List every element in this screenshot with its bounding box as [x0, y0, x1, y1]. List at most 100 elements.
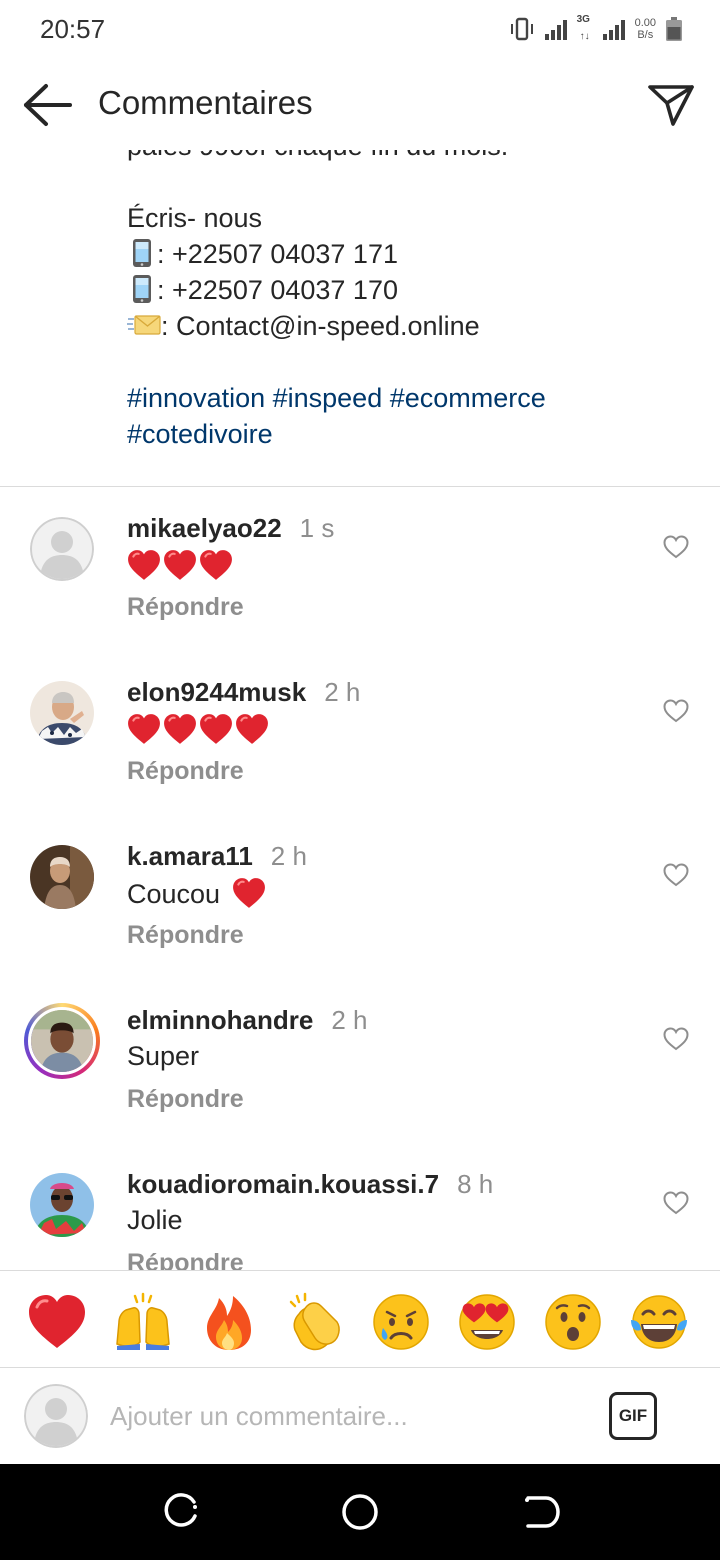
gif-button[interactable]: GIF	[609, 1392, 657, 1440]
comment-username[interactable]: elminnohandre	[127, 1005, 313, 1035]
comment-username[interactable]: mikaelyao22	[127, 513, 282, 543]
comment-text: Jolie	[127, 1205, 183, 1235]
net-speed-value: 0.00	[634, 17, 656, 29]
caption-cut-line: paies 9900f chaque fin du mois.	[127, 150, 697, 164]
comment-item: elminnohandre 2 h Super Répondre	[0, 979, 720, 1143]
like-heart-icon[interactable]	[663, 1191, 689, 1215]
page-title: Commentaires	[98, 84, 313, 121]
network-type-badge: 3G ↑↓	[576, 14, 590, 42]
mobile-phone-icon	[133, 239, 151, 267]
like-heart-icon[interactable]	[663, 863, 689, 887]
battery-icon	[666, 17, 682, 41]
caption-email: : Contact@in-speed.online	[127, 308, 697, 344]
sad-face-emoji-icon[interactable]	[371, 1292, 431, 1352]
tears-of-joy-emoji-icon[interactable]	[629, 1292, 689, 1352]
comment-time: 2 h	[270, 841, 307, 871]
caption-email-text: : Contact@in-speed.online	[161, 311, 480, 341]
red-heart-icon	[199, 549, 233, 581]
user-photo-icon	[31, 1010, 93, 1072]
hushed-face-emoji-icon[interactable]	[543, 1292, 603, 1352]
heart-eyes-emoji-icon[interactable]	[457, 1292, 517, 1352]
red-heart-icon	[127, 549, 161, 581]
user-photo-icon	[30, 681, 94, 745]
back-arrow-icon[interactable]	[22, 82, 74, 128]
comment-username[interactable]: k.amara11	[127, 841, 253, 871]
comment-time: 8 h	[457, 1169, 494, 1199]
like-heart-icon[interactable]	[663, 535, 689, 559]
send-icon[interactable]	[646, 82, 696, 128]
my-avatar	[24, 1384, 88, 1448]
comment-input[interactable]	[110, 1396, 590, 1436]
comment-time: 2 h	[324, 677, 361, 707]
red-heart-icon	[127, 713, 161, 745]
comment-item: mikaelyao22 1 s Répondre	[0, 487, 720, 651]
reply-button[interactable]: Répondre	[127, 757, 244, 786]
incoming-envelope-icon	[127, 315, 161, 335]
reply-button[interactable]: Répondre	[127, 593, 244, 622]
mobile-phone-icon	[133, 275, 151, 303]
red-heart-icon	[235, 713, 269, 745]
comment-item: kouadioromain.kouassi.7 8 h Jolie Répondr…	[0, 1143, 720, 1270]
like-heart-icon[interactable]	[663, 699, 689, 723]
caption-hashtags-line-2[interactable]: #cotedivoire	[127, 416, 697, 452]
avatar[interactable]	[30, 845, 94, 909]
caption-phone-1-text: : +22507 04037 171	[157, 239, 398, 269]
comment-time: 1 s	[299, 513, 335, 543]
comment-text	[127, 549, 233, 582]
comment-text: Super	[127, 1041, 200, 1071]
post-caption: paies 9900f chaque fin du mois. Écris- n…	[0, 150, 720, 486]
status-time: 20:57	[40, 14, 106, 44]
fire-emoji-icon[interactable]	[199, 1292, 259, 1352]
caption-phone-1: : +22507 04037 171	[127, 236, 697, 272]
comment-item: k.amara11 2 h Coucou Répondre	[0, 815, 720, 979]
like-heart-icon[interactable]	[663, 1027, 689, 1051]
home-icon[interactable]	[340, 1492, 380, 1532]
user-photo-icon	[30, 845, 94, 909]
back-nav-icon[interactable]	[520, 1492, 560, 1532]
avatar[interactable]	[30, 517, 94, 581]
app-header: Commentaires	[0, 58, 720, 150]
caption-write-us: Écris- nous	[127, 203, 263, 233]
comment-text	[127, 713, 269, 746]
red-heart-icon	[163, 713, 197, 745]
signal-bars-2-icon	[602, 18, 625, 40]
default-avatar-icon	[30, 517, 94, 581]
vibrate-icon	[510, 17, 533, 41]
signal-bars-1-icon	[544, 18, 567, 40]
comment-username[interactable]: elon9244musk	[127, 677, 306, 707]
comment-header: kouadioromain.kouassi.7 8 h	[127, 1169, 493, 1200]
comments-list: mikaelyao22 1 s Répondre elon9244musk 2 h	[0, 487, 720, 1270]
comment-header: elminnohandre 2 h	[127, 1005, 368, 1036]
comment-text-value: Coucou	[127, 879, 221, 909]
emoji-reaction-bar	[0, 1270, 720, 1368]
red-heart-icon	[199, 713, 233, 745]
avatar-story-ring[interactable]	[24, 1003, 100, 1079]
system-nav-bar	[0, 1464, 720, 1560]
red-heart-icon	[163, 549, 197, 581]
reply-button[interactable]: Répondre	[127, 921, 244, 950]
comment-item: elon9244musk 2 h Répondre	[0, 651, 720, 815]
comment-header: elon9244musk 2 h	[127, 677, 360, 708]
status-bar: 20:57 3G ↑↓ 0.00 B/s	[0, 0, 720, 58]
network-type-label: 3G	[576, 14, 590, 25]
caption-phone-2: : +22507 04037 170	[127, 272, 697, 308]
comment-composer: GIF	[0, 1368, 720, 1464]
caption-hashtags-line-1[interactable]: #innovation #inspeed #ecommerce	[127, 380, 697, 416]
recent-apps-icon[interactable]	[160, 1492, 200, 1532]
comment-header: mikaelyao22 1 s	[127, 513, 334, 544]
clapping-hands-emoji-icon[interactable]	[285, 1292, 345, 1352]
reply-button[interactable]: Répondre	[127, 1085, 244, 1114]
comment-text: Coucou	[127, 877, 266, 910]
red-heart-emoji-icon[interactable]	[27, 1292, 87, 1352]
default-avatar-icon	[24, 1384, 88, 1448]
reply-button[interactable]: Répondre	[127, 1249, 244, 1270]
user-photo-icon	[30, 1173, 94, 1237]
net-speed: 0.00 B/s	[635, 17, 656, 41]
avatar[interactable]	[30, 681, 94, 745]
comment-header: k.amara11 2 h	[127, 841, 307, 872]
comment-username[interactable]: kouadioromain.kouassi.7	[127, 1169, 439, 1199]
net-speed-unit: B/s	[637, 29, 654, 41]
avatar[interactable]	[30, 1173, 94, 1237]
raising-hands-emoji-icon[interactable]	[113, 1292, 173, 1352]
comment-time: 2 h	[331, 1005, 368, 1035]
